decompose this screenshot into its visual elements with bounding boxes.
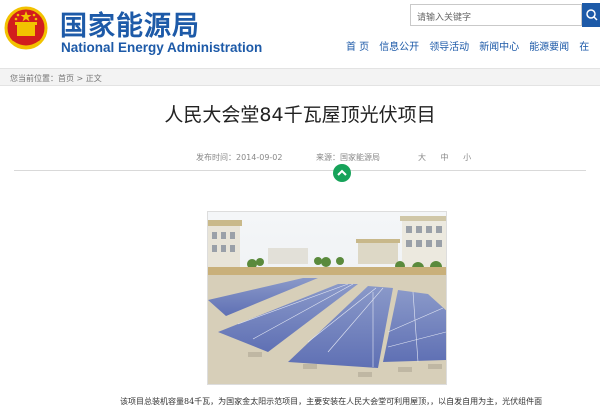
chevron-up-icon (337, 169, 347, 176)
national-emblem-icon (4, 6, 48, 50)
font-size-controls[interactable]: 大 中 小 (418, 152, 477, 163)
search-icon (586, 9, 598, 21)
search-button[interactable] (582, 3, 600, 27)
publish-date: 发布时间：2014-09-02 (196, 153, 283, 162)
breadcrumb-item-home[interactable]: 首页 (58, 74, 74, 83)
article-body-line: 该项目总装机容量84千瓦，为国家金太阳示范项目，主要安装在人民大会堂可利用屋顶，… (120, 397, 543, 406)
site-header: 国家能源局 National Energy Administration 请输入… (0, 0, 600, 64)
nav-item-info[interactable]: 信息公开 (379, 38, 419, 54)
breadcrumb-item-current: 正文 (85, 74, 102, 83)
breadcrumb: 您当前位置：首页 > 正文 (0, 68, 600, 86)
nav-item-home[interactable]: 首 页 (346, 38, 369, 54)
rooftop-solar-photo (208, 212, 446, 384)
article-source: 来源：国家能源局 (316, 153, 380, 162)
site-name-en[interactable]: National Energy Administration (61, 40, 262, 55)
collapse-button[interactable] (333, 164, 351, 182)
breadcrumb-prefix: 您当前位置： (10, 74, 58, 83)
meta-divider (14, 170, 586, 171)
article-photo (207, 211, 447, 385)
breadcrumb-separator: > (74, 74, 86, 83)
article-title: 人民大会堂84千瓦屋顶光伏项目 (164, 104, 436, 126)
site-name-cn[interactable]: 国家能源局 (60, 4, 200, 43)
nav-item-leaders[interactable]: 领导活动 (429, 38, 469, 54)
nav-item-news[interactable]: 新闻中心 (479, 38, 519, 54)
nav-item-more[interactable]: 在 (579, 38, 589, 54)
main-nav: 首 页 信息公开 领导活动 新闻中心 能源要闻 在 (346, 38, 599, 54)
nav-item-energy-news[interactable]: 能源要闻 (529, 38, 569, 54)
search-input[interactable]: 请输入关键字 (410, 4, 582, 26)
